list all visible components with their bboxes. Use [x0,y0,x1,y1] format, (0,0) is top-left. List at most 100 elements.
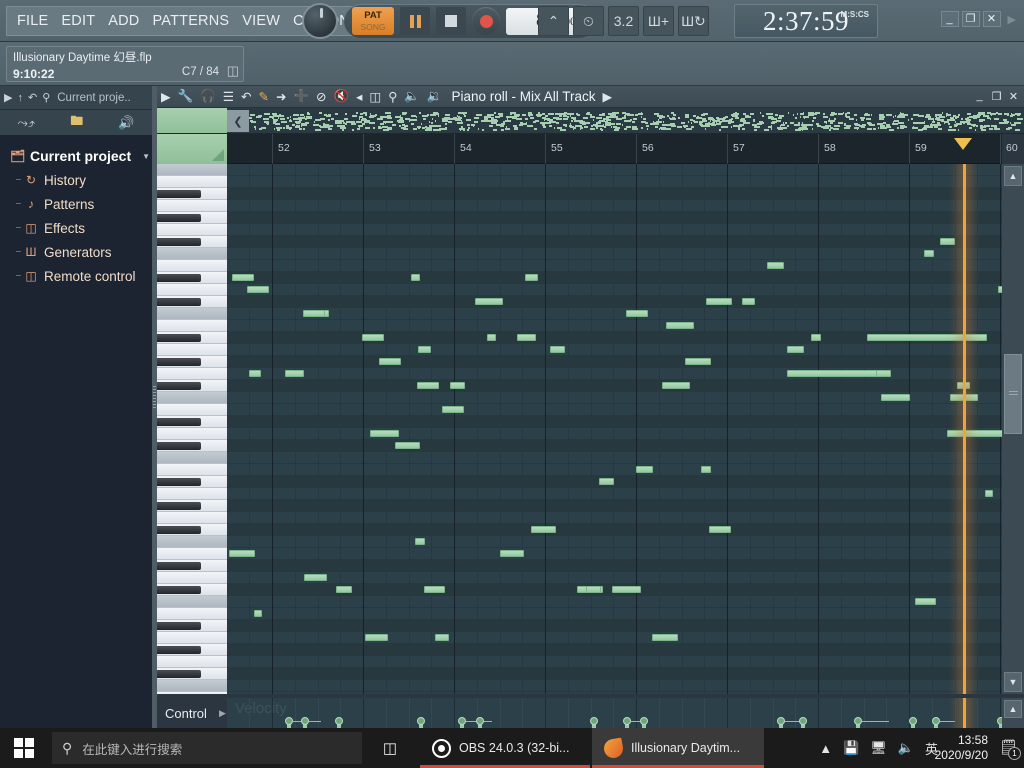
note[interactable] [767,262,784,269]
control-scroll-up-button[interactable]: ▲ [1004,700,1022,718]
note[interactable] [787,370,877,377]
note[interactable] [550,346,565,353]
sidebar-item-generators[interactable]: Ш Generators [0,240,152,264]
piano-key[interactable] [157,512,227,524]
piano-key-black[interactable] [157,502,201,510]
chevron-right-icon[interactable]: ▶ [219,708,226,719]
note[interactable] [636,466,653,473]
chevron-down-icon[interactable]: ▼ [142,152,150,161]
speaker-icon[interactable]: 🔊 [118,115,134,131]
undo-icon[interactable]: ↶ [28,91,37,104]
taskbar-app-fl-studio[interactable]: Illusionary Daytim... [592,728,764,768]
note[interactable] [487,334,496,341]
task-view-button[interactable]: ◫ [372,732,408,764]
piano-key[interactable] [157,608,227,620]
velocity-handle[interactable] [417,717,425,725]
note[interactable] [915,598,936,605]
time-display[interactable]: 2:37:59 M:S:CS [734,4,878,38]
metronome-icon[interactable]: ⌃ [538,6,569,36]
folder-icon[interactable]: 🖿 [70,112,83,134]
scroll-down-button[interactable]: ▼ [1004,672,1022,692]
overview-back-button[interactable]: ❮ [227,110,249,132]
speaker-icon[interactable]: 🔉 [427,89,443,104]
velocity-handle[interactable] [285,717,293,725]
piano-key-black[interactable] [157,238,201,246]
piano-key[interactable] [157,488,227,500]
note[interactable] [685,358,711,365]
note[interactable] [811,334,821,341]
count-in-icon[interactable]: 3.2 [608,6,639,36]
zoom-tool-icon[interactable]: ⚲ [388,89,397,104]
velocity-handle[interactable] [777,717,785,725]
note[interactable] [517,334,536,341]
piano-key[interactable] [157,464,227,476]
note[interactable] [940,238,955,245]
playhead-marker[interactable] [954,138,972,150]
chevron-right-icon[interactable]: ▶ [4,91,12,104]
slip-tool-icon[interactable]: ◂ [356,89,362,104]
waveform-icon[interactable]: ⤳⤴ [18,115,36,131]
note[interactable] [362,334,384,341]
network-icon[interactable]: 🖥 [870,740,887,756]
velocity-handle[interactable] [301,717,309,725]
piano-key[interactable] [157,164,227,176]
velocity-handle[interactable] [458,717,466,725]
note[interactable] [370,430,399,437]
note[interactable] [303,310,325,317]
note[interactable] [652,634,678,641]
piano-roll-ruler[interactable]: 52 53 54 55 56 57 58 59 60 [227,134,1018,164]
sidebar-item-effects[interactable]: ◫ Effects [0,216,152,240]
close-button[interactable]: ✕ [982,11,1001,27]
note[interactable] [435,634,449,641]
select-tool-icon[interactable]: ◫ [369,89,381,104]
piano-key[interactable] [157,308,227,320]
piano-keyboard[interactable] [157,164,227,694]
velocity-handle[interactable] [476,717,484,725]
velocity-handle[interactable] [909,717,917,725]
maximize-button[interactable]: ❐ [961,11,980,27]
piano-key-black[interactable] [157,562,201,570]
note[interactable] [701,466,711,473]
stop-button[interactable] [436,7,466,35]
note[interactable] [254,610,262,617]
piano-key-black[interactable] [157,622,201,630]
note[interactable] [666,322,694,329]
piano-key-black[interactable] [157,358,201,366]
note[interactable] [379,358,401,365]
pause-button[interactable] [400,7,430,35]
note[interactable] [232,274,254,281]
piano-key-black[interactable] [157,646,201,654]
velocity-handle[interactable] [335,717,343,725]
note[interactable] [662,382,690,389]
browser-search-input[interactable]: Current proje.. [57,92,131,104]
piano-key-black[interactable] [157,334,201,342]
piano-key[interactable] [157,248,227,260]
velocity-handle[interactable] [623,717,631,725]
usb-icon[interactable]: 💾 [843,740,859,756]
taskbar-clock[interactable]: 13:58 2020/9/20 [935,733,988,763]
note[interactable] [586,586,601,593]
list-icon[interactable]: ☰ [223,89,234,104]
velocity-handle[interactable] [799,717,807,725]
pattern-song-toggle[interactable]: PAT SONG [352,7,394,35]
piano-key[interactable] [157,200,227,212]
note[interactable] [304,574,327,581]
piano-key-black[interactable] [157,478,201,486]
piano-key[interactable] [157,428,227,440]
note[interactable] [417,382,439,389]
sidebar-item-patterns[interactable]: ♪ Patterns [0,192,152,216]
note[interactable] [881,394,910,401]
menu-item-view[interactable]: VIEW [240,12,282,30]
undo-icon[interactable]: ↶ [241,89,251,104]
paint-tool-icon[interactable]: ➜ [276,89,286,104]
piano-key[interactable] [157,404,227,416]
record-button[interactable] [472,7,500,35]
note[interactable] [626,310,648,317]
note[interactable] [285,370,304,377]
note[interactable] [411,274,420,281]
piano-key-black[interactable] [157,190,201,198]
piano-key-black[interactable] [157,670,201,678]
note[interactable] [612,586,641,593]
note[interactable] [531,526,556,533]
velocity-handle[interactable] [590,717,598,725]
